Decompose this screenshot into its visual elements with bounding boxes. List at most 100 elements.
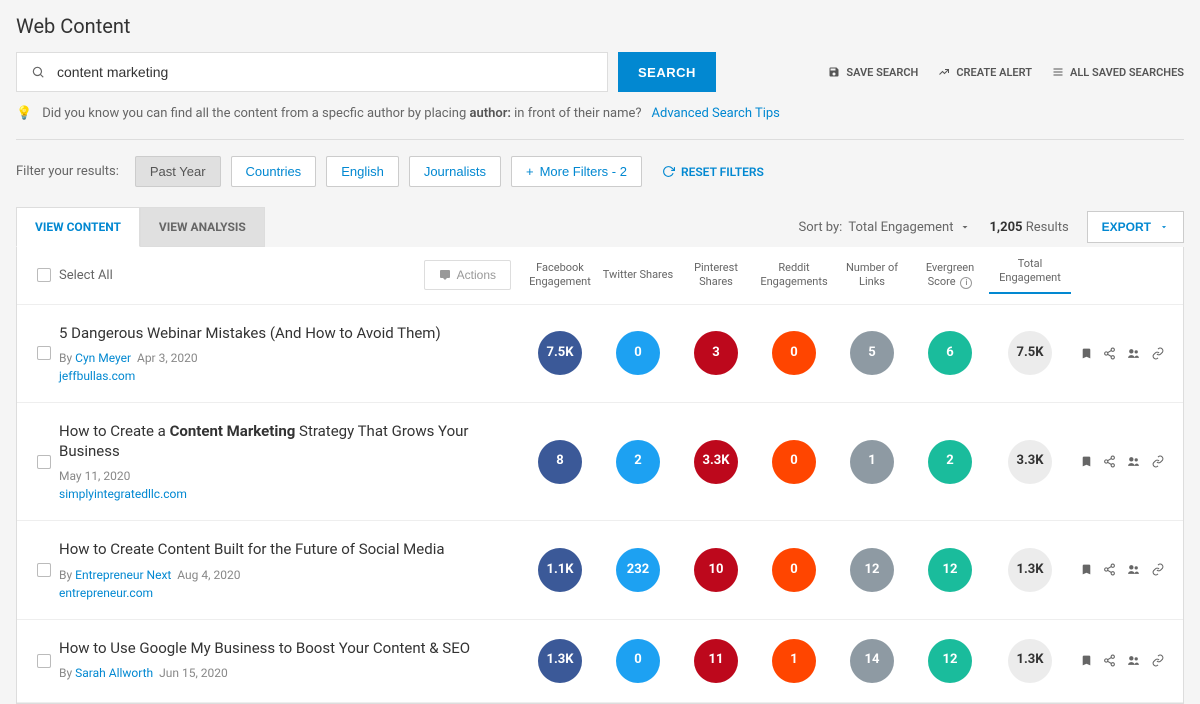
result-domain[interactable]: jeffbullas.com xyxy=(59,369,135,383)
result-row: How to Create a Content Marketing Strate… xyxy=(17,403,1183,522)
metric-reddit: 0 xyxy=(772,440,816,484)
save-search-button[interactable]: SAVE SEARCH xyxy=(828,66,918,79)
result-domain[interactable]: entrepreneur.com xyxy=(59,586,153,600)
page-title: Web Content xyxy=(16,14,1184,38)
metric-twitter: 2 xyxy=(616,440,660,484)
metric-twitter: 0 xyxy=(616,331,660,375)
metric-twitter: 0 xyxy=(616,639,660,683)
users-icon[interactable] xyxy=(1126,563,1141,576)
row-checkbox[interactable] xyxy=(37,563,51,577)
export-button[interactable]: EXPORT xyxy=(1087,211,1184,243)
result-title[interactable]: 5 Dangerous Webinar Mistakes (And How to… xyxy=(59,323,511,343)
sort-by-value: Total Engagement xyxy=(848,220,953,235)
users-icon[interactable] xyxy=(1126,654,1141,667)
filter-english[interactable]: English xyxy=(326,156,399,187)
refresh-icon xyxy=(662,165,675,178)
filter-label: Filter your results: xyxy=(16,164,119,179)
save-search-label: SAVE SEARCH xyxy=(846,66,918,79)
save-icon xyxy=(828,66,840,78)
tip-text-pre: Did you know you can find all the conten… xyxy=(42,106,469,121)
result-title[interactable]: How to Create Content Built for the Futu… xyxy=(59,539,511,559)
metric-total: 3.3K xyxy=(1008,440,1052,484)
search-input[interactable] xyxy=(57,64,593,80)
filter-more[interactable]: + More Filters - 2 xyxy=(511,156,642,187)
tip-row: 💡 Did you know you can find all the cont… xyxy=(16,106,1184,121)
metric-links: 14 xyxy=(850,639,894,683)
chevron-down-icon xyxy=(959,221,971,233)
reset-filters-button[interactable]: RESET FILTERS xyxy=(662,165,764,179)
metric-facebook: 7.5K xyxy=(538,331,582,375)
lightbulb-icon: 💡 xyxy=(16,106,32,121)
results-count: 1,205 xyxy=(989,220,1022,235)
filter-countries[interactable]: Countries xyxy=(231,156,317,187)
col-twitter[interactable]: Twitter Shares xyxy=(599,268,677,282)
metric-reddit: 1 xyxy=(772,639,816,683)
plus-icon: + xyxy=(526,164,534,179)
filter-journalists[interactable]: Journalists xyxy=(409,156,501,187)
author-link[interactable]: Cyn Meyer xyxy=(75,351,131,365)
result-meta: By Cyn Meyer Apr 3, 2020 xyxy=(59,351,511,365)
bookmark-icon[interactable] xyxy=(1080,347,1093,360)
search-button[interactable]: SEARCH xyxy=(618,52,716,92)
users-icon[interactable] xyxy=(1126,347,1141,360)
tip-bold: author: xyxy=(469,106,510,121)
share-icon[interactable] xyxy=(1103,455,1116,468)
row-checkbox[interactable] xyxy=(37,654,51,668)
bookmark-icon[interactable] xyxy=(1080,455,1093,468)
metric-facebook: 1.3K xyxy=(538,639,582,683)
col-pinterest[interactable]: Pinterest Shares xyxy=(677,261,755,290)
search-box xyxy=(16,52,608,92)
author-link[interactable]: Entrepreneur Next xyxy=(75,568,171,582)
search-icon xyxy=(31,65,45,79)
export-label: EXPORT xyxy=(1102,220,1151,234)
advanced-search-tips-link[interactable]: Advanced Search Tips xyxy=(652,106,780,121)
link-icon[interactable] xyxy=(1151,455,1165,468)
col-evergreen[interactable]: Evergreen Score i xyxy=(911,261,989,290)
tab-view-content[interactable]: VIEW CONTENT xyxy=(16,207,140,247)
results-label: Results xyxy=(1026,220,1069,235)
result-meta: By Entrepreneur Next Aug 4, 2020 xyxy=(59,568,511,582)
list-icon xyxy=(1052,66,1064,78)
share-icon[interactable] xyxy=(1103,654,1116,667)
metric-facebook: 1.1K xyxy=(538,548,582,592)
actions-icon xyxy=(439,269,451,281)
metric-pinterest: 3 xyxy=(694,331,738,375)
share-icon[interactable] xyxy=(1103,347,1116,360)
users-icon[interactable] xyxy=(1126,455,1141,468)
metric-reddit: 0 xyxy=(772,548,816,592)
result-meta: May 11, 2020 xyxy=(59,469,511,483)
col-links[interactable]: Number of Links xyxy=(833,261,911,290)
filter-past-year[interactable]: Past Year xyxy=(135,156,221,187)
result-title[interactable]: How to Create a Content Marketing Strate… xyxy=(59,421,511,462)
link-icon[interactable] xyxy=(1151,654,1165,667)
metric-pinterest: 11 xyxy=(694,639,738,683)
result-title[interactable]: How to Use Google My Business to Boost Y… xyxy=(59,638,511,658)
reset-filters-label: RESET FILTERS xyxy=(681,165,764,179)
metric-pinterest: 3.3K xyxy=(694,440,738,484)
link-icon[interactable] xyxy=(1151,563,1165,576)
all-saved-searches-button[interactable]: ALL SAVED SEARCHES xyxy=(1052,66,1184,79)
bookmark-icon[interactable] xyxy=(1080,563,1093,576)
link-icon[interactable] xyxy=(1151,347,1165,360)
author-link[interactable]: Sarah Allworth xyxy=(75,666,153,680)
metric-evergreen: 12 xyxy=(928,548,972,592)
col-facebook[interactable]: Facebook Engagement xyxy=(521,261,599,290)
col-reddit[interactable]: Reddit Engagements xyxy=(755,261,833,290)
metric-evergreen: 2 xyxy=(928,440,972,484)
metric-links: 1 xyxy=(850,440,894,484)
result-row: 5 Dangerous Webinar Mistakes (And How to… xyxy=(17,305,1183,403)
tab-view-analysis[interactable]: VIEW ANALYSIS xyxy=(140,207,265,247)
result-domain[interactable]: simplyintegratedllc.com xyxy=(59,487,187,501)
row-checkbox[interactable] xyxy=(37,455,51,469)
col-total[interactable]: Total Engagement xyxy=(989,257,1071,294)
share-icon[interactable] xyxy=(1103,563,1116,576)
filter-more-label: More Filters - 2 xyxy=(540,164,627,179)
select-all-checkbox[interactable] xyxy=(37,268,51,282)
actions-button[interactable]: Actions xyxy=(424,260,511,290)
sort-by-dropdown[interactable]: Sort by: Total Engagement xyxy=(798,220,971,235)
create-alert-button[interactable]: CREATE ALERT xyxy=(938,66,1032,79)
info-icon[interactable]: i xyxy=(960,277,972,289)
row-checkbox[interactable] xyxy=(37,346,51,360)
chevron-down-icon xyxy=(1159,222,1169,232)
bookmark-icon[interactable] xyxy=(1080,654,1093,667)
